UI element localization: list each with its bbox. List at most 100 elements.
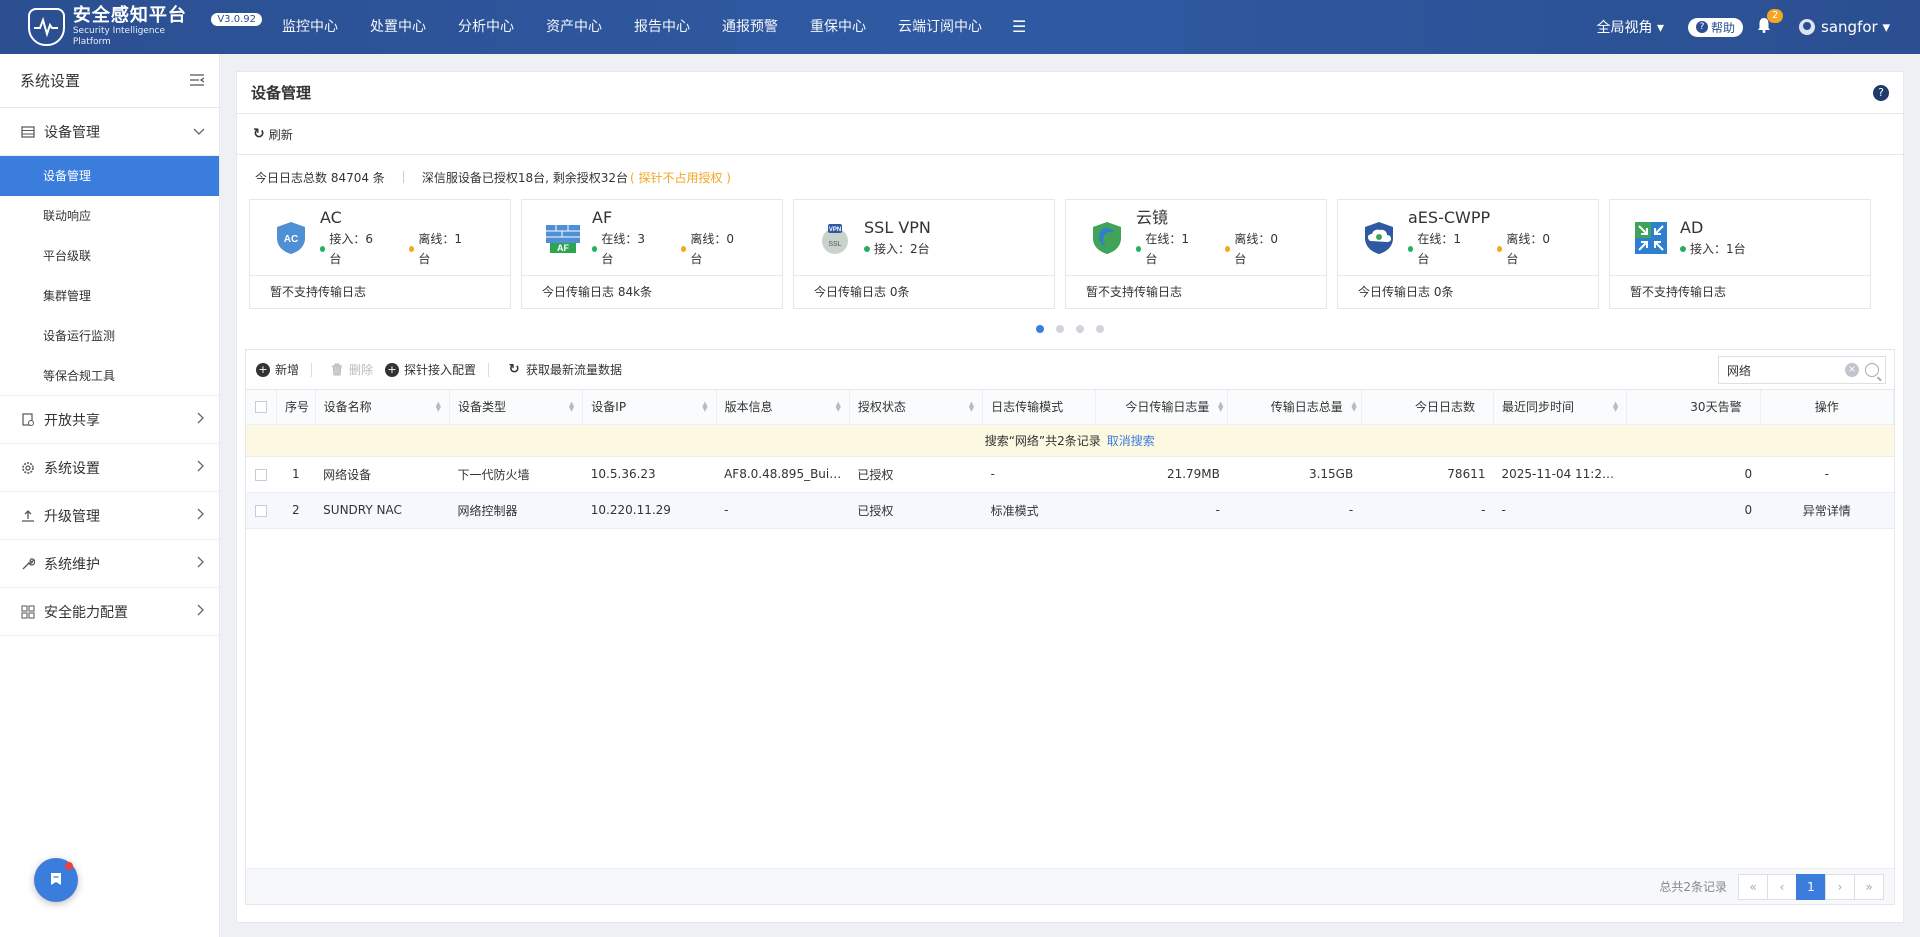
summary-probe-note[interactable]: ( 探针不占用授权 )	[630, 169, 731, 186]
global-view-dropdown[interactable]: 全局视角 ▾	[1597, 17, 1664, 37]
sidebar-group-security-capability[interactable]: 安全能力配置	[0, 588, 219, 636]
carousel-dot[interactable]	[1036, 325, 1044, 333]
device-card-af[interactable]: AF AF 在线：3台 离线：0台 今日传输日志 84k条	[521, 199, 783, 309]
col-version[interactable]: 版本信息 ▲ ▼	[716, 390, 850, 425]
device-card-yunjing[interactable]: 云镜 在线：1台 离线：0台 暂不支持传输日志	[1065, 199, 1327, 309]
nav-item-alerts[interactable]: 通报预警	[706, 0, 794, 54]
trash-icon	[330, 363, 344, 377]
clear-icon[interactable]: ×	[1845, 363, 1859, 377]
nav-item-assets[interactable]: 资产中心	[530, 0, 618, 54]
search-input[interactable]	[1727, 363, 1845, 377]
delete-button[interactable]: 删除	[330, 361, 373, 378]
nav-item-analysis[interactable]: 分析中心	[442, 0, 530, 54]
col-device-type[interactable]: 设备类型 ▲ ▼	[449, 390, 584, 425]
sidebar-group-upgrade[interactable]: 升级管理	[0, 492, 219, 540]
first-page-button[interactable]: «	[1738, 873, 1768, 900]
last-page-button[interactable]: »	[1854, 873, 1884, 900]
carousel-dot[interactable]	[1096, 325, 1104, 333]
sort-icon: ▲ ▼	[835, 400, 841, 413]
search-icon[interactable]	[1865, 363, 1879, 377]
sidebar-item-device-monitoring[interactable]: 设备运行监测	[0, 316, 219, 356]
sidebar-group-device-management[interactable]: 设备管理	[0, 108, 219, 156]
sidebar-group-open-share[interactable]: 开放共享	[0, 396, 219, 444]
page-1-button[interactable]: 1	[1796, 873, 1826, 900]
fetch-traffic-button[interactable]: ↻ 获取最新流量数据	[507, 361, 622, 378]
card-device-name: AD	[1680, 217, 1704, 237]
notification-bell-icon[interactable]: 2	[1757, 9, 1784, 37]
anomaly-details-link[interactable]: 异常详情	[1760, 492, 1894, 529]
carousel-dot[interactable]	[1056, 325, 1064, 333]
device-name-link[interactable]: SUNDRY NAC	[315, 492, 450, 529]
sidebar-group-maintenance[interactable]: 系统维护	[0, 540, 219, 588]
notification-count-badge: 2	[1767, 9, 1784, 23]
collapse-sidebar-icon[interactable]	[189, 72, 205, 90]
version-link[interactable]: AF8.0.48.895_Build20230101	[716, 456, 850, 493]
device-name-link[interactable]: 网络设备	[315, 456, 450, 493]
card-device-name: SSL VPN	[864, 217, 931, 237]
sidebar-item-cluster-management[interactable]: 集群管理	[0, 276, 219, 316]
row-checkbox[interactable]	[255, 504, 268, 517]
sidebar-item-platform-cascade[interactable]: 平台级联	[0, 236, 219, 276]
sidebar-item-device-management[interactable]: 设备管理	[0, 156, 219, 196]
nav-item-cloud-subscription[interactable]: 云端订阅中心	[882, 0, 998, 54]
svg-text:VPN: VPN	[829, 227, 841, 233]
plus-circle-icon: +	[256, 362, 270, 377]
card-offline-count: 离线：0台	[690, 231, 734, 266]
ad-expand-icon	[1632, 219, 1670, 257]
nav-item-response[interactable]: 处置中心	[354, 0, 442, 54]
message-icon	[48, 871, 64, 890]
probe-config-button[interactable]: + 探针接入配置	[385, 361, 476, 378]
sidebar-item-compliance-tool[interactable]: 等保合规工具	[0, 356, 219, 396]
col-device-ip[interactable]: 设备IP ▲ ▼	[582, 390, 717, 425]
col-device-name[interactable]: 设备名称 ▲ ▼	[315, 390, 450, 425]
add-button[interactable]: + 新增	[256, 361, 299, 378]
refresh-icon: ↻	[253, 126, 265, 142]
device-card-ac[interactable]: AC AC 接入：6台 离线：1台 暂不支持传输日志	[249, 199, 511, 309]
gear-icon	[20, 460, 36, 476]
device-card-ssl-vpn[interactable]: VPN SSL SSL VPN 接入：2台 今日传输日志 0条	[793, 199, 1055, 309]
card-offline-count: 离线：1台	[418, 231, 462, 266]
device-ip-link[interactable]: 10.5.36.23	[582, 456, 717, 493]
main-nav: 监控中心 处置中心 分析中心 资产中心 报告中心 通报预警 重保中心 云端订阅中…	[266, 0, 1040, 54]
nav-item-reports[interactable]: 报告中心	[618, 0, 706, 54]
row-checkbox[interactable]	[255, 468, 268, 481]
col-today-log-volume[interactable]: 今日传输日志量 ▲ ▼	[1095, 390, 1229, 425]
table-row[interactable]: 2 SUNDRY NAC 网络控制器 10.220.11.29 - 已授权 标准…	[246, 492, 1894, 529]
menu-icon[interactable]: ☰	[998, 0, 1040, 54]
next-page-button[interactable]: ›	[1825, 873, 1855, 900]
table-row[interactable]: 1 网络设备 下一代防火墙 10.5.36.23 AF8.0.48.895_Bu…	[246, 456, 1894, 493]
sort-icon: ▲ ▼	[568, 400, 575, 413]
app-subtitle: Security Intelligence Platform	[72, 26, 166, 47]
card-online-count: 接入：1台	[1690, 241, 1746, 256]
select-all-checkbox[interactable]	[246, 390, 278, 425]
share-icon	[20, 412, 36, 428]
sidebar-item-linkage-response[interactable]: 联动响应	[0, 196, 219, 236]
carousel-dot[interactable]	[1076, 325, 1084, 333]
today-log-count-link[interactable]: 78611	[1361, 456, 1494, 493]
card-online-count: 接入：6台	[329, 231, 373, 266]
cancel-search-link[interactable]: 取消搜索	[1107, 434, 1155, 448]
sidebar-group-system-settings[interactable]: 系统设置	[0, 444, 219, 492]
device-ip-link[interactable]: 10.220.11.29	[582, 492, 717, 529]
card-log-status: 暂不支持传输日志	[1086, 285, 1183, 299]
col-last-sync[interactable]: 最近同步时间 ▲ ▼	[1493, 390, 1628, 425]
col-auth-status[interactable]: 授权状态 ▲ ▼	[849, 390, 984, 425]
device-card-ad[interactable]: AD 接入：1台 暂不支持传输日志	[1609, 199, 1871, 309]
aes-cwpp-shield-icon	[1360, 219, 1398, 257]
help-button[interactable]: ? 帮助	[1688, 17, 1744, 37]
card-online-count: 在线：1台	[1417, 231, 1461, 266]
user-menu[interactable]: sangfor ▾	[1799, 18, 1890, 36]
nav-item-protection[interactable]: 重保中心	[794, 0, 882, 54]
nav-item-monitor[interactable]: 监控中心	[266, 0, 354, 54]
chat-support-button[interactable]	[34, 858, 78, 902]
refresh-button[interactable]: ↻ 刷新	[253, 126, 293, 143]
col-log-mode: 日志传输模式	[982, 390, 1097, 425]
device-card-aes-cwpp[interactable]: aES-CWPP 在线：1台 离线：0台 今日传输日志 0条	[1337, 199, 1599, 309]
app-logo[interactable]: 安全感知平台 Security Intelligence Platform V3…	[0, 0, 262, 54]
prev-page-button[interactable]: ‹	[1767, 873, 1797, 900]
col-total-log-volume[interactable]: 传输日志总量 ▲ ▼	[1227, 390, 1362, 425]
main-panel: 设备管理 ? ↻ 刷新 今日日志总数 84704 条 深信服设备已授权18台, …	[236, 71, 1904, 923]
help-icon[interactable]: ?	[1873, 84, 1889, 101]
table-toolbar: +新增 删除 +探针接入配置 ↻获取最新流量数据 ×	[246, 350, 1894, 390]
summary-total-logs: 今日日志总数 84704 条	[255, 170, 385, 185]
